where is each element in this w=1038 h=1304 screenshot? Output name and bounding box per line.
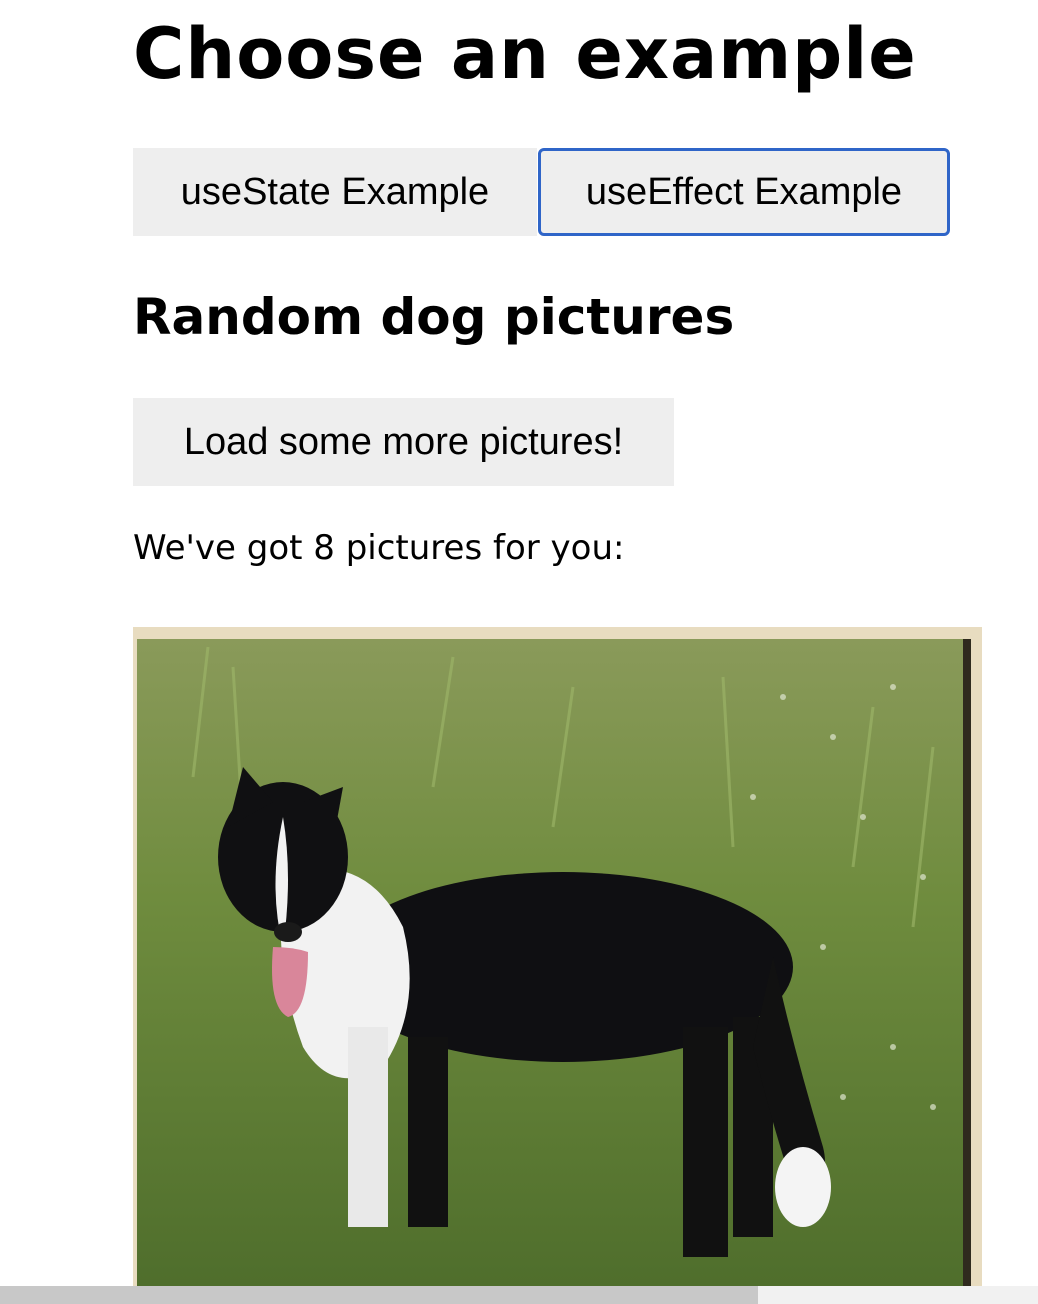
horizontal-scrollbar-thumb[interactable]: [0, 1286, 758, 1304]
page-title: Choose an example: [133, 13, 917, 95]
tab-useeffect-example[interactable]: useEffect Example: [538, 148, 950, 236]
tab-usestate-example[interactable]: useState Example: [133, 148, 537, 236]
picture-count-text: We've got 8 pictures for you:: [133, 528, 625, 568]
dog-picture: [133, 627, 982, 1286]
horizontal-scrollbar[interactable]: [0, 1286, 1038, 1304]
section-heading: Random dog pictures: [133, 288, 735, 346]
load-more-pictures-button[interactable]: Load some more pictures!: [133, 398, 674, 486]
